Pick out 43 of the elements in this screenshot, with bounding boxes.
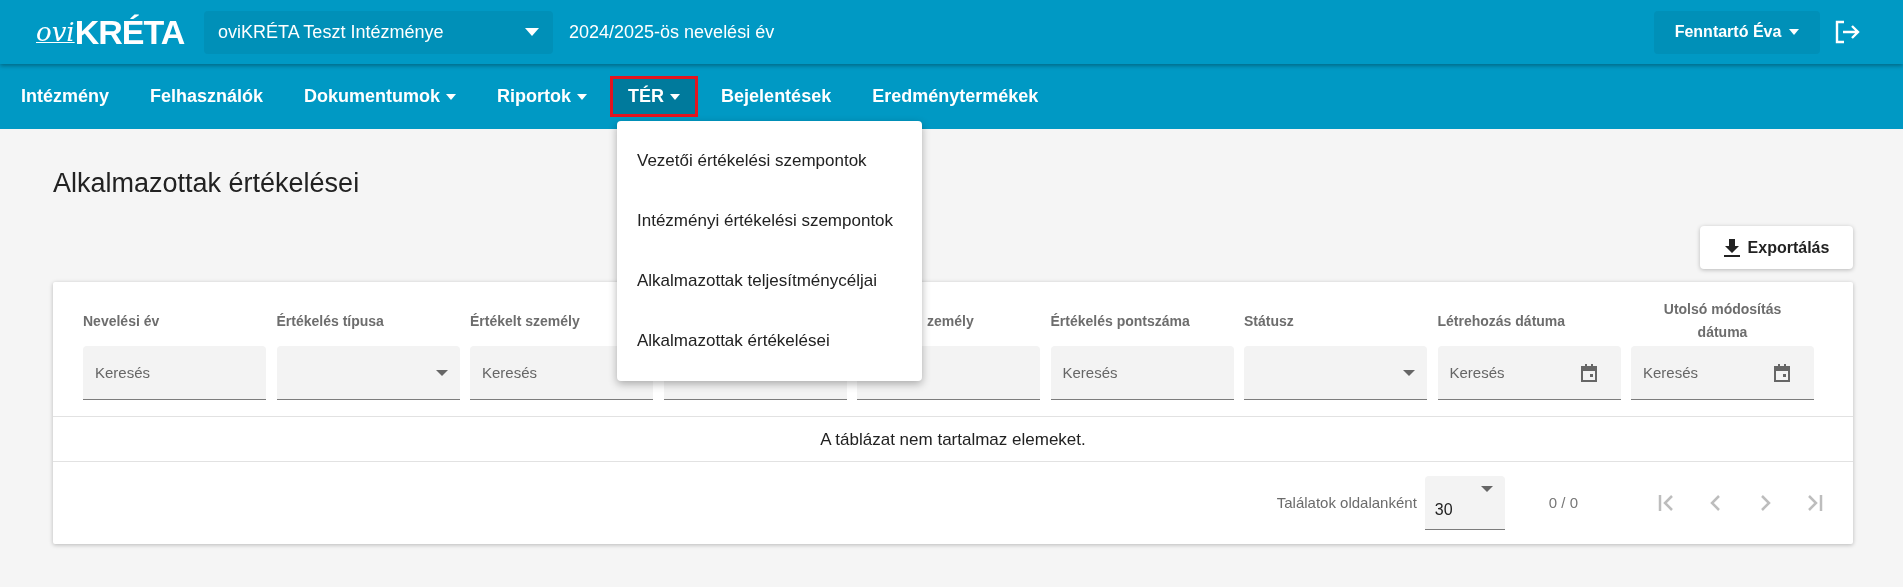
column-header: Státusz xyxy=(1244,311,1294,331)
column-header: Utolsó módosítás dátuma xyxy=(1662,299,1783,343)
filter-field[interactable]: Keresés xyxy=(83,346,266,401)
user-menu-button[interactable]: Fenntartó Éva xyxy=(1654,10,1820,54)
caret-icon xyxy=(1403,369,1415,376)
export-button[interactable]: Exportálás xyxy=(1700,226,1853,270)
nav-tab[interactable]: Dokumentumok xyxy=(286,76,475,117)
menu-item[interactable]: Vezetői értékelési szempontok xyxy=(617,131,922,191)
nav-tab[interactable]: Felhasználók xyxy=(132,76,282,117)
nav-tab[interactable]: Riportok xyxy=(479,76,606,117)
empty-message: A táblázat nem tartalmaz elemeket. xyxy=(820,428,1086,451)
calendar-icon xyxy=(1580,364,1597,383)
school-year: 2024/2025-ös nevelési év xyxy=(569,20,775,44)
column-header: zemély xyxy=(927,311,974,331)
logo: oviKRÉTA xyxy=(36,11,186,53)
date-field[interactable]: Keresés xyxy=(1631,346,1814,401)
filter-field[interactable]: Keresés xyxy=(1050,346,1234,401)
nav-tab[interactable]: Eredménytermékek xyxy=(854,76,1057,117)
menu-item[interactable]: Alkalmazottak teljesítménycéljai xyxy=(617,251,922,311)
logout-icon[interactable] xyxy=(1834,20,1860,44)
institution-select[interactable]: oviKRÉTA Teszt Intézménye xyxy=(204,10,553,54)
menu-item[interactable]: Intézményi értékelési szempontok xyxy=(617,191,922,251)
download-icon xyxy=(1723,238,1740,257)
nav-tab[interactable]: Intézmény xyxy=(3,76,128,117)
calendar-icon xyxy=(1774,364,1790,383)
caret-icon xyxy=(1789,29,1800,35)
date-field[interactable]: Keresés xyxy=(1437,346,1621,401)
nav-tab[interactable]: Bejelentések xyxy=(703,76,850,117)
filter-select[interactable] xyxy=(1244,346,1427,401)
filter-select[interactable] xyxy=(276,346,460,401)
page-size-label: Találatok oldalanként xyxy=(1276,493,1417,514)
column-header: Értékelés típusa xyxy=(276,311,384,331)
page-title: Alkalmazottak értékelései xyxy=(53,167,361,200)
caret-icon xyxy=(435,369,448,376)
column-header: Nevelési év xyxy=(83,311,160,331)
page-info: 0 / 0 xyxy=(1548,493,1578,514)
caret-icon xyxy=(525,28,539,36)
column-header: Létrehozás dátuma xyxy=(1437,311,1566,331)
column-header: Értékelés pontszáma xyxy=(1050,311,1190,331)
page-size-select[interactable]: 30 xyxy=(1424,476,1505,531)
column-header: Értékelt személy xyxy=(470,311,580,331)
nav-tab[interactable]: TÉR xyxy=(610,76,699,117)
caret-icon xyxy=(1480,486,1493,493)
